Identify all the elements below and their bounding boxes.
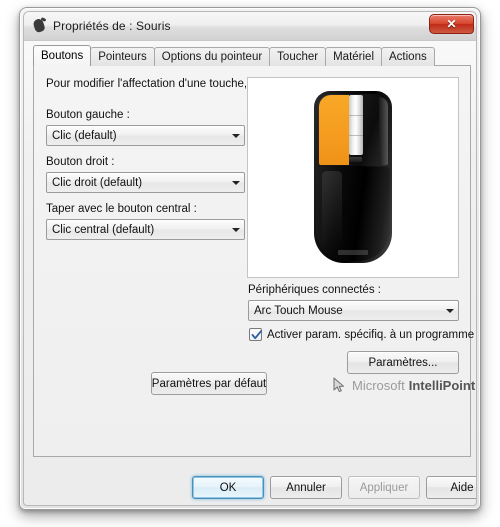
device-image-box [247,77,459,278]
dialog-inner-frame: Propriétés de : Souris ✕ Boutons Pointeu… [23,11,477,506]
title-bar: Propriétés de : Souris ✕ [24,12,476,41]
tab-options-du-pointeur[interactable]: Options du pointeur [153,47,271,66]
right-button-value: Clic droit (default) [52,176,143,189]
restore-defaults-label: Paramètres par défaut [151,377,267,390]
middle-button-label: Taper avec le bouton central : [46,203,197,215]
middle-button-dropdown[interactable]: Clic central (default) [46,219,245,240]
left-button-value: Clic (default) [52,129,117,142]
chevron-down-icon [442,308,458,313]
connected-devices-dropdown[interactable]: Arc Touch Mouse [248,300,459,321]
cursor-arrow-icon [333,377,344,393]
tab-boutons[interactable]: Boutons [33,45,92,66]
connected-devices-value: Arc Touch Mouse [254,304,343,317]
cancel-label: Annuler [286,481,326,494]
close-glyph: ✕ [446,17,457,31]
apply-button: Appliquer [348,476,420,499]
tab-content-panel: Pour modifier l'affectation d'une touche… [33,65,475,457]
tab-label: Boutons [41,50,84,62]
mouse-icon [31,17,47,34]
tab-label: Toucher [277,51,319,63]
tab-materiel[interactable]: Matériel [325,47,382,66]
settings-button-label: Paramètres... [368,356,438,369]
program-specific-label: Activer param. spécifiq. à un programme [267,328,475,341]
settings-button[interactable]: Paramètres... [347,351,459,374]
right-button-dropdown[interactable]: Clic droit (default) [46,172,245,193]
ok-label: OK [219,481,237,494]
brand-product: IntelliPoint [408,377,476,393]
cancel-button[interactable]: Annuler [270,476,342,499]
connected-devices-label: Périphériques connectés : [248,284,381,296]
touch-strip [349,95,363,155]
chevron-down-icon [228,227,244,232]
help-label: Aide [450,481,474,494]
properties-dialog-window: Propriétés de : Souris ✕ Boutons Pointeu… [19,7,481,510]
chevron-down-icon [228,133,244,138]
brand-vendor: Microsoft [352,377,405,393]
check-icon [251,330,262,340]
tab-pointeurs[interactable]: Pointeurs [90,47,155,66]
program-specific-checkbox[interactable] [249,328,262,341]
left-button-dropdown[interactable]: Clic (default) [46,125,245,146]
window-title: Propriétés de : Souris [53,19,171,33]
apply-label: Appliquer [359,481,409,494]
close-icon[interactable]: ✕ [429,14,474,34]
tab-label: Pointeurs [98,51,147,63]
tab-toucher[interactable]: Toucher [269,47,327,66]
program-specific-checkbox-row[interactable]: Activer param. spécifiq. à un programme [249,328,474,341]
tab-strip: Boutons Pointeurs Options du pointeur To… [33,45,435,66]
left-button-label: Bouton gauche : [46,109,130,121]
restore-defaults-button[interactable]: Paramètres par défaut [151,372,267,395]
help-button[interactable]: Aide [426,476,476,499]
chevron-down-icon [228,180,244,185]
ok-button[interactable]: OK [192,476,264,499]
intellipoint-branding: Microsoft IntelliPoint [332,377,475,393]
tab-label: Actions [389,51,427,63]
middle-button-value: Clic central (default) [52,223,155,236]
tab-label: Matériel [333,51,374,63]
tab-actions[interactable]: Actions [381,47,435,66]
arc-touch-mouse-illustration [314,91,392,263]
tab-label: Options du pointeur [161,51,263,63]
right-button-label: Bouton droit : [46,156,115,168]
left-button-highlight [319,95,349,165]
